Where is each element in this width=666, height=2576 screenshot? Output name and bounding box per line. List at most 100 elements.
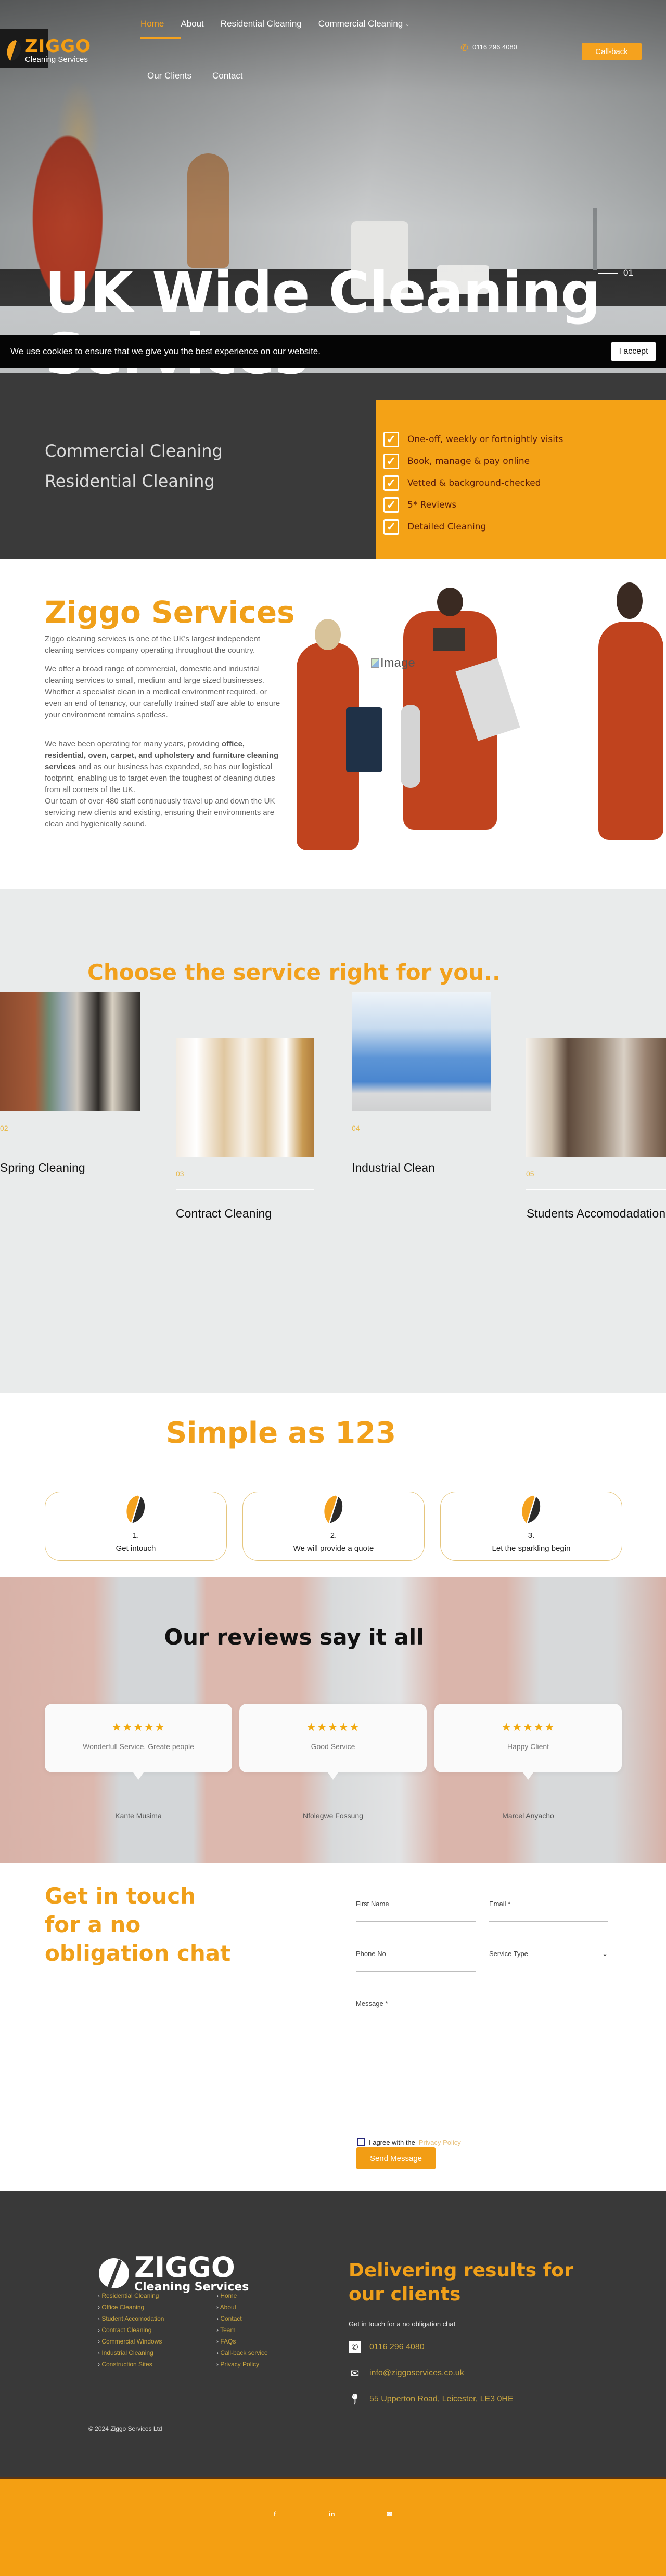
privacy-policy-link[interactable]: Privacy Policy: [419, 2139, 461, 2146]
cookie-accept-button[interactable]: I accept: [611, 342, 656, 361]
nav-commercial-cleaning[interactable]: Commercial Cleaning ⌄: [318, 19, 410, 29]
service-type-value[interactable]: Service Type ⌄: [489, 1950, 608, 1958]
message-label: Message *: [356, 2000, 388, 2008]
hero-link-residential[interactable]: Residential Cleaning: [45, 466, 223, 496]
footer-link[interactable]: Privacy Policy: [216, 2359, 268, 2370]
review-card: ★★★★★ Good Service: [239, 1704, 427, 1780]
service-card-students[interactable]: 05 Students Accomodadation: [526, 1038, 666, 1222]
service-card-industrial[interactable]: 04 Industrial Clean: [352, 992, 491, 1176]
message-field[interactable]: Message *: [356, 2000, 608, 2067]
about-text: Ziggo cleaning services is one of the UK…: [45, 633, 281, 837]
message-textarea[interactable]: [356, 2008, 608, 2060]
footer-link[interactable]: Contract Cleaning: [98, 2324, 164, 2336]
checkbox-checked-icon: ✓: [383, 432, 399, 447]
footer-site-links: Home About Contact Team FAQs Call-back s…: [216, 2290, 268, 2370]
footer-link[interactable]: Call-back service: [216, 2347, 267, 2359]
nav-residential-cleaning[interactable]: Residential Cleaning: [221, 19, 302, 29]
footer-link[interactable]: Industrial Cleaning: [98, 2347, 164, 2359]
logo-mark-icon: [522, 1495, 541, 1523]
site-header: ZIGGO Cleaning Services Home About Resid…: [0, 0, 666, 94]
footer-logo-mark-icon: [99, 2258, 129, 2288]
vacuum-shape: [401, 705, 420, 788]
main-nav: Home About Residential Cleaning Commerci…: [140, 19, 410, 39]
footer-link[interactable]: Residential Cleaning: [98, 2290, 164, 2301]
callback-button[interactable]: Call-back: [582, 43, 642, 60]
feature-text: 5* Reviews: [407, 500, 457, 510]
chevron-down-icon: ⌄: [405, 21, 410, 28]
social-bar: f in ✉: [0, 2477, 666, 2576]
about-paragraph: We offer a broad range of commercial, do…: [45, 665, 280, 719]
linkedin-icon[interactable]: in: [329, 2510, 335, 2518]
header-phone[interactable]: ✆ 0116 296 4080: [460, 35, 518, 60]
phone-icon: ✆: [349, 2341, 361, 2353]
email-field[interactable]: Email *: [489, 1900, 608, 1922]
reviewer-name: Marcel Anyacho: [502, 1811, 554, 1820]
first-name-field[interactable]: First Name: [356, 1900, 476, 1922]
worker-figure: [598, 622, 663, 840]
hero-link-commercial[interactable]: Commercial Cleaning: [45, 436, 223, 466]
phone-field[interactable]: Phone No: [356, 1950, 476, 1972]
slide-indicator[interactable]: 01: [598, 268, 633, 278]
email-input[interactable]: [489, 1908, 608, 1916]
footer-logo[interactable]: ZIGGO Cleaning Services: [98, 2254, 249, 2293]
footer-subheading: Get in touch for a no obligation chat: [349, 2320, 456, 2328]
footer-link[interactable]: Team: [216, 2324, 268, 2336]
cookie-text: We use cookies to ensure that we give yo…: [10, 346, 321, 356]
nav-contact[interactable]: Contact: [212, 71, 243, 81]
footer-phone[interactable]: ✆ 0116 296 4080: [349, 2341, 425, 2353]
reviewer-name: Nfolegwe Fossung: [303, 1811, 363, 1820]
email-label: Email *: [489, 1900, 511, 1908]
hero-section: ZIGGO Cleaning Services Home About Resid…: [0, 0, 666, 559]
star-rating-icon: ★★★★★: [306, 1720, 360, 1733]
review-card: ★★★★★ Happy Client: [434, 1704, 622, 1780]
about-text-span: We have been operating for many years, p…: [45, 740, 222, 748]
footer-email-text: info@ziggoservices.co.uk: [369, 2368, 464, 2377]
logo[interactable]: ZIGGO Cleaning Services: [6, 37, 91, 63]
slide-number: 01: [623, 268, 633, 278]
nav-our-clients[interactable]: Our Clients: [147, 71, 191, 81]
about-paragraph: Ziggo cleaning services is one of the UK…: [45, 635, 260, 655]
phone-input[interactable]: [356, 1958, 476, 1966]
step-label: We will provide a quote: [293, 1544, 374, 1553]
footer-address[interactable]: 📍︎ 55 Upperton Road, Leicester, LE3 0HE: [348, 2393, 513, 2405]
review-text: Happy Client: [507, 1742, 549, 1751]
send-message-button[interactable]: Send Message: [356, 2147, 436, 2169]
service-card-contract[interactable]: 03 Contract Cleaning: [176, 1038, 314, 1222]
privacy-checkbox[interactable]: [357, 2138, 365, 2146]
service-number: 05: [526, 1170, 534, 1178]
footer-link[interactable]: Home: [216, 2290, 268, 2301]
reviews-section: Our reviews say it all ★★★★★ Wonderfull …: [0, 1577, 666, 1863]
footer: ZIGGO Cleaning Services Residential Clea…: [0, 2191, 666, 2477]
footer-link[interactable]: Office Cleaning: [98, 2301, 164, 2313]
first-name-input[interactable]: [356, 1908, 476, 1916]
logo-tagline: Cleaning Services: [25, 55, 88, 64]
nav-about[interactable]: About: [181, 19, 203, 29]
review-text: Good Service: [311, 1742, 355, 1751]
worker-head: [617, 582, 643, 619]
footer-link[interactable]: FAQs: [216, 2336, 268, 2347]
checkbox-checked-icon: ✓: [383, 475, 399, 491]
service-divider: [526, 1189, 666, 1190]
header-phone-number: 0116 296 4080: [472, 43, 517, 51]
email-icon[interactable]: ✉: [387, 2510, 392, 2518]
footer-phone-text: 0116 296 4080: [369, 2342, 425, 2351]
service-type-select[interactable]: Service Type ⌄: [489, 1950, 608, 1965]
steps-section: Simple as 123 1. Get intouch 2. We will …: [0, 1393, 666, 1577]
footer-link[interactable]: Commercial Windows: [98, 2336, 164, 2347]
service-number: 02: [0, 1124, 8, 1132]
facebook-icon[interactable]: f: [274, 2510, 276, 2518]
footer-link[interactable]: Contact: [216, 2313, 268, 2324]
service-image: [0, 992, 140, 1111]
contact-section: Get in touch for a no obligation chat Fi…: [0, 1863, 666, 2191]
footer-email[interactable]: ✉ info@ziggoservices.co.uk: [349, 2367, 464, 2379]
worker-head: [437, 588, 463, 616]
reviews-title: Our reviews say it all: [164, 1624, 424, 1650]
nav-home[interactable]: Home: [140, 19, 182, 39]
footer-link[interactable]: Student Accomodation: [98, 2313, 164, 2324]
footer-link[interactable]: About: [216, 2301, 268, 2313]
service-card-spring[interactable]: 02 Spring Cleaning: [0, 992, 142, 1176]
review-text: Wonderfull Service, Greate people: [83, 1742, 194, 1751]
footer-link[interactable]: Construction Sites: [98, 2359, 164, 2370]
about-title: Ziggo Services: [45, 594, 295, 630]
feature-item: ✓ Book, manage & pay online: [383, 450, 666, 472]
